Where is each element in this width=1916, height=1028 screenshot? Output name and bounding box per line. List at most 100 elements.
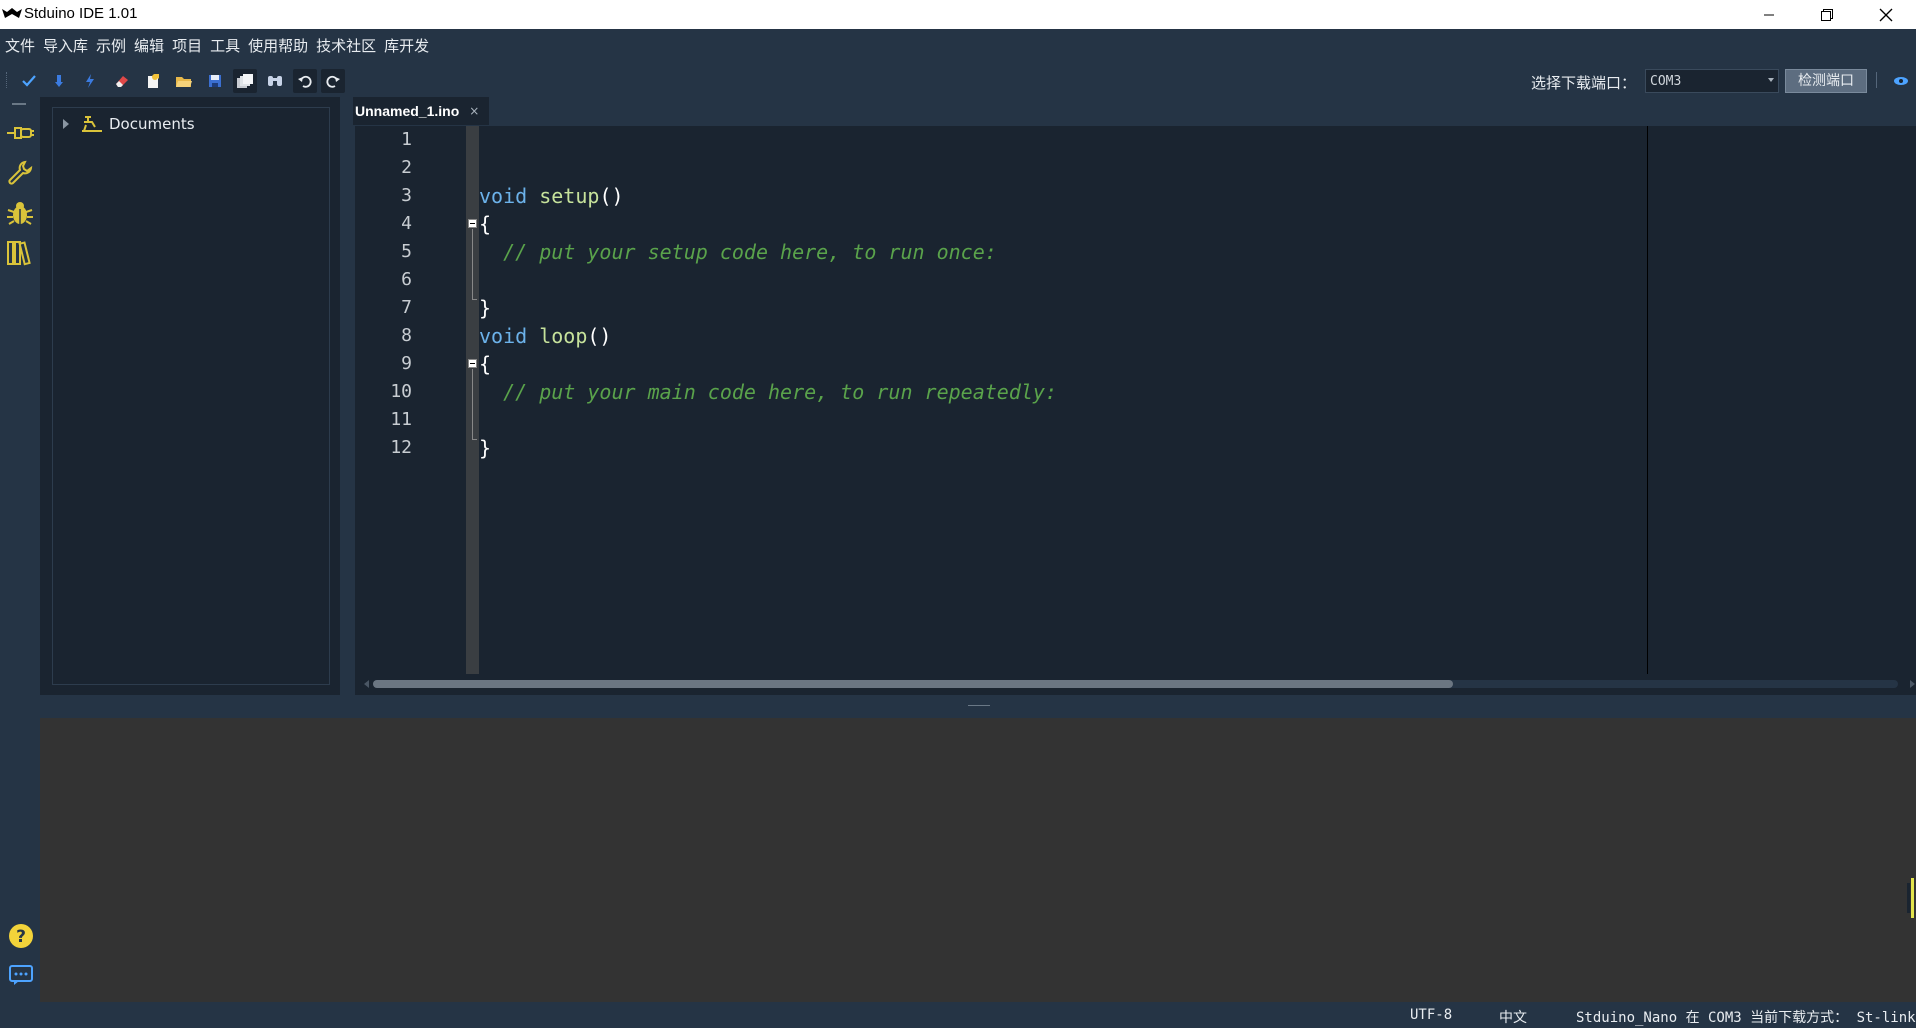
console-scroll-track bbox=[1907, 883, 1910, 913]
find-icon bbox=[268, 76, 282, 86]
bug-icon bbox=[7, 202, 33, 225]
detect-port-button[interactable]: 检测端口 bbox=[1785, 69, 1867, 93]
menu-project[interactable]: 项目 bbox=[172, 35, 202, 56]
code-comment: // put your main code here, to run repea… bbox=[503, 380, 1057, 404]
line-number: 1 bbox=[401, 129, 412, 150]
save-all-button[interactable] bbox=[233, 69, 257, 93]
restore-icon bbox=[1821, 8, 1833, 21]
menu-examples[interactable]: 示例 bbox=[96, 35, 126, 56]
menu-bar: 文件 导入库 示例 编辑 项目 工具 使用帮助 技术社区 库开发 bbox=[0, 29, 1916, 61]
fold-guide-end bbox=[472, 299, 477, 300]
tree-item-label: Documents bbox=[109, 115, 195, 133]
save-all-icon bbox=[237, 74, 253, 88]
close-tab-icon[interactable]: × bbox=[469, 104, 479, 118]
code-line: } bbox=[479, 434, 491, 462]
chevron-down-icon bbox=[1768, 78, 1774, 82]
scroll-thumb[interactable] bbox=[373, 680, 1453, 688]
flash-button[interactable] bbox=[78, 69, 102, 93]
fold-toggle-icon[interactable] bbox=[468, 219, 477, 228]
line-number: 10 bbox=[390, 381, 412, 402]
code-line: // put your setup code here, to run once… bbox=[479, 238, 997, 266]
horizontal-scrollbar[interactable] bbox=[363, 674, 1916, 693]
edge-column-marker bbox=[1647, 126, 1648, 674]
code-line: void loop() bbox=[479, 322, 611, 350]
scroll-left-icon[interactable] bbox=[364, 680, 369, 688]
toolbar-grip[interactable] bbox=[6, 72, 8, 88]
restore-button[interactable] bbox=[1798, 0, 1856, 29]
debug-button[interactable] bbox=[4, 197, 36, 229]
toolbar: 选择下载端口： COM3 检测端口 bbox=[0, 63, 1916, 97]
menu-library-dev[interactable]: 库开发 bbox=[384, 35, 429, 56]
chat-icon[interactable] bbox=[8, 964, 34, 986]
menu-community[interactable]: 技术社区 bbox=[316, 35, 376, 56]
upload-button[interactable] bbox=[47, 69, 71, 93]
line-number: 2 bbox=[401, 157, 412, 178]
serial-monitor-button[interactable] bbox=[1890, 71, 1912, 91]
save-button[interactable] bbox=[203, 69, 227, 93]
scroll-right-icon[interactable] bbox=[1910, 680, 1915, 688]
workspace-icon bbox=[82, 116, 102, 132]
tree-item-documents[interactable]: Documents bbox=[63, 113, 195, 135]
verify-button[interactable] bbox=[17, 69, 41, 93]
serial-plug-button[interactable] bbox=[4, 117, 36, 149]
save-icon bbox=[209, 75, 221, 87]
editor-area: Unnamed_1.ino × 1 2 3 4 5 6 7 8 9 10 11 … bbox=[353, 97, 1916, 695]
activity-bar bbox=[0, 97, 40, 1002]
tab-unnamed-1[interactable]: Unnamed_1.ino × bbox=[353, 97, 490, 125]
minimize-icon bbox=[1764, 14, 1774, 15]
fold-margin bbox=[466, 126, 479, 674]
code-line: // put your main code here, to run repea… bbox=[479, 378, 1057, 406]
file-explorer: Documents bbox=[40, 97, 340, 695]
eye-icon bbox=[1894, 77, 1908, 85]
open-folder-button[interactable] bbox=[172, 69, 196, 93]
menu-help[interactable]: 使用帮助 bbox=[248, 35, 308, 56]
menu-edit[interactable]: 编辑 bbox=[134, 35, 164, 56]
expand-arrow-icon[interactable] bbox=[63, 119, 69, 129]
close-button[interactable] bbox=[1857, 0, 1915, 29]
code-punct: () bbox=[599, 184, 624, 208]
splitter-grip[interactable] bbox=[968, 705, 990, 707]
port-select[interactable]: COM3 bbox=[1645, 69, 1779, 93]
code-editor[interactable]: 1 2 3 4 5 6 7 8 9 10 11 12 void setup() … bbox=[355, 126, 1916, 695]
help-icon[interactable]: ? bbox=[8, 923, 34, 949]
code-punct: } bbox=[479, 296, 492, 320]
tools-button[interactable] bbox=[4, 157, 36, 189]
minimize-button[interactable] bbox=[1740, 0, 1798, 29]
horizontal-splitter[interactable] bbox=[40, 695, 1916, 718]
line-number: 7 bbox=[401, 297, 412, 318]
menu-import-library[interactable]: 导入库 bbox=[43, 35, 88, 56]
undo-button[interactable] bbox=[293, 69, 317, 93]
code-comment: // put your setup code here, to run once… bbox=[503, 240, 997, 264]
output-console[interactable] bbox=[40, 718, 1916, 1002]
fold-guide bbox=[472, 369, 473, 440]
redo-button[interactable] bbox=[321, 69, 345, 93]
code-text[interactable]: void setup() { // put your setup code he… bbox=[479, 126, 1914, 674]
flash-icon bbox=[86, 74, 94, 88]
find-button[interactable] bbox=[263, 69, 287, 93]
code-punct: { bbox=[479, 212, 492, 236]
menu-tools[interactable]: 工具 bbox=[210, 35, 240, 56]
console-scroll-thumb[interactable] bbox=[1911, 878, 1914, 918]
vertical-splitter[interactable] bbox=[340, 97, 353, 695]
fold-toggle-icon[interactable] bbox=[468, 359, 477, 368]
new-file-icon bbox=[148, 74, 159, 88]
redo-icon bbox=[326, 75, 340, 88]
explorer-tree: Documents bbox=[52, 107, 330, 685]
line-number: 6 bbox=[401, 269, 412, 290]
status-language[interactable]: 中文 bbox=[1499, 1007, 1527, 1027]
serial-plug-icon bbox=[7, 127, 34, 139]
new-file-button[interactable] bbox=[141, 69, 165, 93]
menu-file[interactable]: 文件 bbox=[5, 35, 35, 56]
erase-button[interactable] bbox=[110, 69, 134, 93]
library-button[interactable] bbox=[4, 237, 36, 269]
line-number: 5 bbox=[401, 241, 412, 262]
line-number: 8 bbox=[401, 325, 412, 346]
tab-label: Unnamed_1.ino bbox=[355, 103, 460, 119]
title-bar: Stduino IDE 1.01 bbox=[0, 0, 1916, 29]
line-number: 4 bbox=[401, 213, 412, 234]
line-number: 11 bbox=[390, 409, 412, 430]
status-encoding[interactable]: UTF-8 bbox=[1410, 1007, 1452, 1023]
status-bar: UTF-8 中文 Stduino_Nano 在 COM3 当前下载方式： St-… bbox=[0, 1002, 1916, 1028]
line-number: 12 bbox=[390, 437, 412, 458]
